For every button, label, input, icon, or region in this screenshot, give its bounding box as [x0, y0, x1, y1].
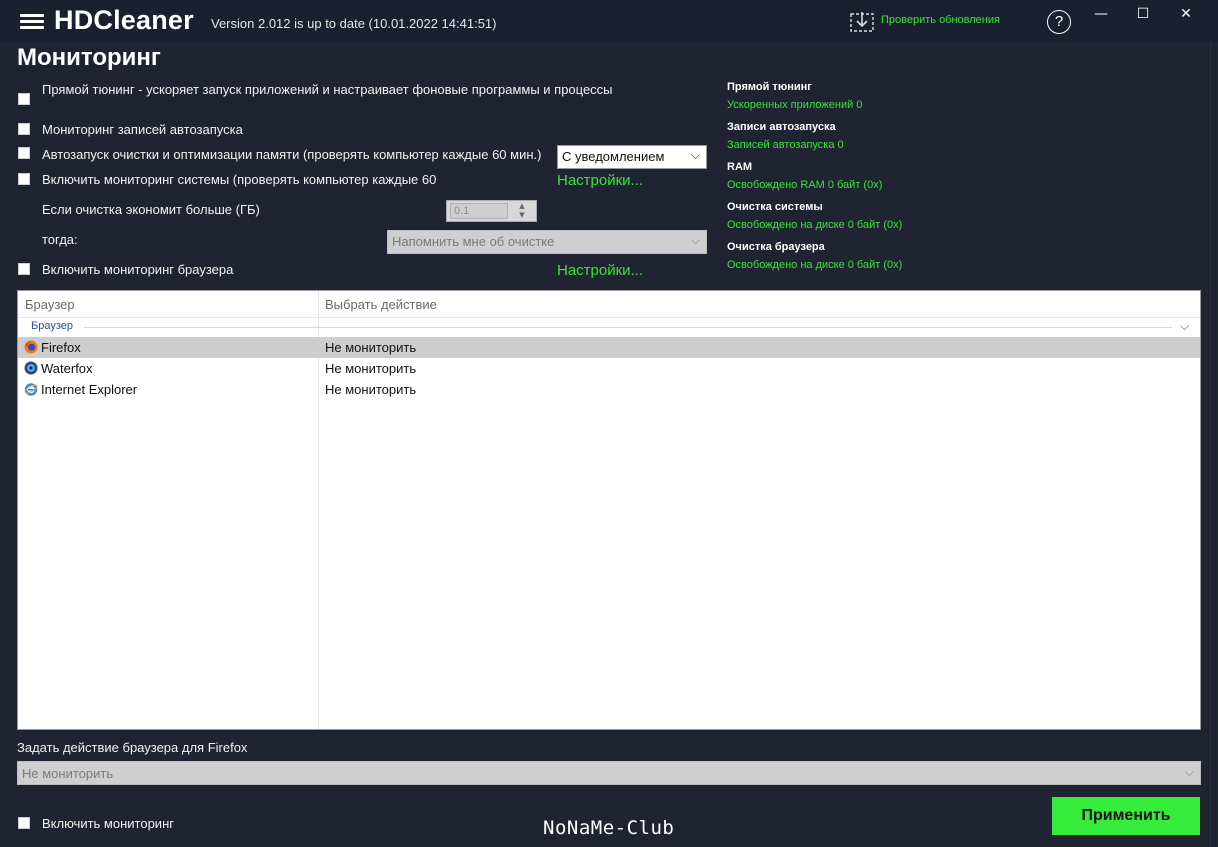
maximize-button[interactable]: ☐	[1128, 6, 1158, 28]
column-header-browser[interactable]: Браузер	[25, 297, 75, 312]
browser-action-select[interactable]: Не мониторить ⌵	[17, 761, 1201, 785]
then-action-value: Напомнить мне об очистке	[392, 234, 555, 249]
browser-name: Internet Explorer	[41, 382, 138, 397]
internet-explorer-icon	[24, 383, 38, 396]
chevron-down-icon: ⌵	[690, 148, 700, 162]
browser-action: Не мониторить	[325, 361, 417, 376]
version-status: Version 2.012 is up to date (10.01.2022 …	[211, 16, 497, 31]
stepper-down-icon[interactable]: ▼	[511, 211, 533, 220]
firefox-icon	[24, 340, 38, 354]
table-row[interactable]: Firefox Не мониторить	[18, 337, 1200, 358]
autostart-monitor-label: Мониторинг записей автозапуска	[42, 122, 243, 137]
menu-icon[interactable]	[20, 14, 44, 30]
app-title: HDCleaner	[54, 5, 194, 35]
browser-action: Не мониторить	[325, 340, 417, 355]
then-action-select[interactable]: Напомнить мне об очистке ⌵	[387, 230, 707, 254]
system-monitor-label: Включить мониторинг системы (проверять к…	[42, 172, 437, 187]
stat-title-autostart: Записи автозапуска	[727, 121, 836, 133]
stat-value-system-clean: Освобождено на диске 0 байт (0x)	[727, 219, 903, 231]
browser-name: Firefox	[41, 340, 81, 355]
column-header-action[interactable]: Выбрать действие	[325, 297, 437, 312]
help-icon[interactable]: ?	[1047, 10, 1071, 34]
stat-title-system-clean: Очистка системы	[727, 201, 823, 213]
table-row[interactable]: Internet Explorer Не мониторить	[18, 379, 1200, 400]
stat-value-browser-clean: Освобождено на диске 0 байт (0x)	[727, 259, 903, 271]
window-border	[1210, 42, 1211, 847]
minimize-button[interactable]: —	[1086, 6, 1116, 28]
group-label: Браузер	[31, 320, 73, 332]
browser-monitor-checkbox[interactable]	[18, 263, 30, 275]
stepper-up-icon[interactable]: ▲	[511, 202, 533, 211]
direct-tuning-checkbox[interactable]	[18, 93, 30, 105]
table-row[interactable]: Waterfox Не мониторить	[18, 358, 1200, 379]
chevron-down-icon: ⌵	[690, 233, 700, 247]
update-download-icon[interactable]	[850, 11, 874, 33]
stat-title-browser-clean: Очистка браузера	[727, 241, 825, 253]
direct-tuning-label: Прямой тюнинг - ускоряет запуск приложен…	[42, 82, 613, 97]
chevron-down-icon: ⌵	[1184, 765, 1194, 779]
browser-table: Браузер Выбрать действие Браузер ⌵ Firef…	[17, 290, 1201, 730]
stat-title-ram: RAM	[727, 161, 753, 173]
page-title: Мониторинг	[17, 44, 161, 71]
system-monitor-checkbox[interactable]	[18, 173, 30, 185]
stat-value-ram: Освобождено RAM 0 байт (0x)	[727, 179, 883, 191]
browser-action: Не мониторить	[325, 382, 417, 397]
group-divider	[84, 327, 1172, 328]
then-label: тогда:	[42, 232, 78, 247]
enable-monitoring-checkbox[interactable]	[18, 817, 30, 829]
browser-settings-link[interactable]: Настройки...	[557, 262, 643, 279]
browser-action-label: Задать действие браузера для Firefox	[17, 740, 248, 755]
browser-name: Waterfox	[41, 361, 93, 376]
collapse-chevron-icon[interactable]: ⌵	[1180, 319, 1189, 334]
auto-clean-mode-value: С уведомлением	[562, 149, 665, 164]
waterfox-icon	[24, 361, 38, 375]
auto-clean-mode-select[interactable]: С уведомлением ⌵	[557, 145, 707, 169]
threshold-stepper[interactable]: 0.1 ▲ ▼	[446, 200, 537, 222]
close-button[interactable]: ✕	[1171, 6, 1201, 28]
watermark: NoNaMe-Club	[543, 817, 675, 839]
stat-value-autostart: Записей автозапуска 0	[727, 139, 844, 151]
threshold-label: Если очистка экономит больше (ГБ)	[42, 202, 260, 217]
system-settings-link[interactable]: Настройки...	[557, 172, 643, 189]
title-bar: HDCleaner Version 2.012 is up to date (1…	[0, 0, 1218, 42]
autostart-monitor-checkbox[interactable]	[18, 123, 30, 135]
auto-clean-checkbox[interactable]	[18, 147, 30, 159]
threshold-value[interactable]: 0.1	[450, 203, 508, 219]
auto-clean-label: Автозапуск очистки и оптимизации памяти …	[42, 147, 542, 162]
check-updates-link[interactable]: Проверить обновления	[881, 14, 1000, 26]
group-row[interactable]: Браузер ⌵	[18, 318, 1200, 337]
enable-monitoring-label: Включить мониторинг	[42, 816, 174, 831]
browser-action-value: Не мониторить	[22, 766, 114, 781]
stat-title-direct-tuning: Прямой тюнинг	[727, 81, 812, 93]
browser-monitor-label: Включить мониторинг браузера	[42, 262, 234, 277]
apply-button[interactable]: Применить	[1052, 797, 1200, 835]
stat-value-direct-tuning: Ускоренных приложений 0	[727, 99, 863, 111]
